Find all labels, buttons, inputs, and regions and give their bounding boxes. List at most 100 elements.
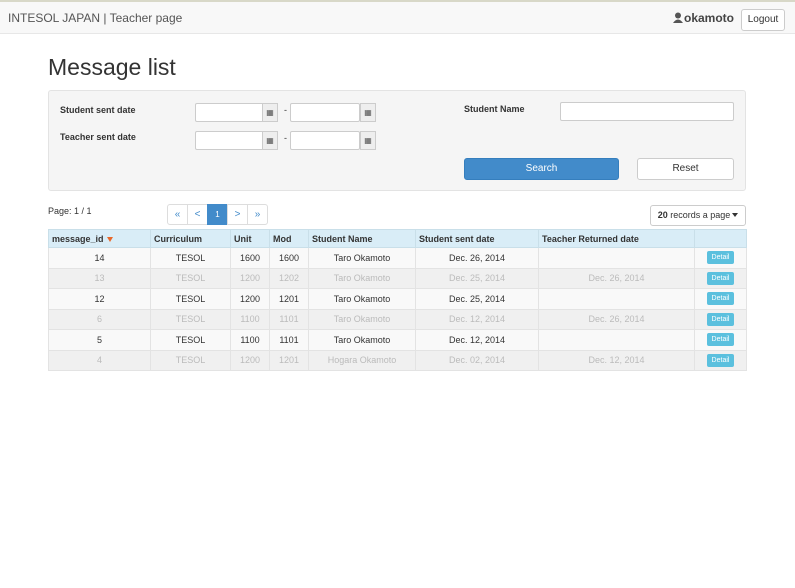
cell-id: 13 xyxy=(48,267,151,289)
range-separator: - xyxy=(284,133,287,143)
first-page-button[interactable]: « xyxy=(167,204,188,225)
detail-button[interactable]: Detail xyxy=(707,312,734,326)
sort-desc-icon xyxy=(106,236,113,242)
detail-button[interactable]: Detail xyxy=(707,251,734,265)
cell-student: Taro Okamoto xyxy=(308,308,416,330)
teacher-sent-date-label: Teacher sent date xyxy=(60,132,136,142)
cell-unit: 1100 xyxy=(230,329,270,351)
column-header[interactable]: Curriculum xyxy=(150,229,231,248)
column-header-label: message_id xyxy=(52,233,104,244)
column-header-label: Mod xyxy=(273,233,292,244)
navbar: INTESOL JAPAN | Teacher page okamoto Log… xyxy=(0,0,795,34)
user-menu[interactable]: okamoto xyxy=(673,11,734,25)
range-separator: - xyxy=(284,105,287,115)
column-header[interactable]: Teacher Returned date xyxy=(538,229,695,248)
teacher-sent-to-input[interactable] xyxy=(290,131,360,150)
column-header[interactable]: Unit xyxy=(230,229,270,248)
detail-button[interactable]: Detail xyxy=(707,292,734,306)
cell-student: Taro Okamoto xyxy=(308,267,416,289)
calendar-icon[interactable]: ▦ xyxy=(360,103,376,122)
message-table: message_id Curriculum Unit Mod Student Name S… xyxy=(48,229,747,371)
cell-curriculum: TESOL xyxy=(150,308,231,330)
cell-action: Detail xyxy=(694,329,747,351)
logout-button[interactable]: Logout xyxy=(741,9,785,31)
cell-id: 5 xyxy=(48,329,151,351)
cell-sent: Dec. 02, 2014 xyxy=(415,349,539,371)
cell-unit: 1200 xyxy=(230,349,270,371)
student-sent-from-input[interactable] xyxy=(195,103,265,122)
reset-button[interactable]: Reset xyxy=(637,158,734,180)
cell-mod: 1201 xyxy=(269,349,309,371)
username: okamoto xyxy=(684,11,735,25)
cell-action: Detail xyxy=(694,247,747,269)
column-header[interactable]: message_id xyxy=(48,229,151,248)
cell-sent: Dec. 12, 2014 xyxy=(415,329,539,351)
column-header-label: Unit xyxy=(234,233,252,244)
cell-returned: Dec. 26, 2014 xyxy=(538,267,695,289)
cell-sent: Dec. 25, 2014 xyxy=(415,267,539,289)
cell-mod: 1101 xyxy=(269,329,309,351)
student-sent-to-input[interactable] xyxy=(290,103,360,122)
column-header-label: Teacher Returned date xyxy=(542,233,639,244)
detail-button[interactable]: Detail xyxy=(707,353,734,367)
prev-page-button[interactable]: < xyxy=(187,204,208,225)
cell-student: Taro Okamoto xyxy=(308,288,416,310)
cell-mod: 1201 xyxy=(269,288,309,310)
search-button[interactable]: Search xyxy=(464,158,619,180)
user-icon xyxy=(673,12,683,23)
records-suffix: records a page xyxy=(670,210,731,220)
cell-id: 4 xyxy=(48,349,151,371)
calendar-icon[interactable]: ▦ xyxy=(262,103,278,122)
cell-sent: Dec. 25, 2014 xyxy=(415,288,539,310)
student-name-input[interactable] xyxy=(560,102,734,121)
column-header[interactable] xyxy=(694,229,747,248)
calendar-icon[interactable]: ▦ xyxy=(360,131,376,150)
table-row: 12 TESOL 1200 1201 Taro Okamoto Dec. 25, 2014… xyxy=(48,288,747,310)
caret-down-icon xyxy=(732,213,739,217)
cell-returned: Dec. 26, 2014 xyxy=(538,308,695,330)
cell-curriculum: TESOL xyxy=(150,349,231,371)
detail-button[interactable]: Detail xyxy=(707,333,734,347)
calendar-icon[interactable]: ▦ xyxy=(262,131,278,150)
page-1-button[interactable]: 1 xyxy=(207,204,228,225)
column-header[interactable]: Student Name xyxy=(308,229,416,248)
column-header[interactable]: Student sent date xyxy=(415,229,539,248)
cell-returned xyxy=(538,247,695,269)
cell-curriculum: TESOL xyxy=(150,247,231,269)
records-count: 20 xyxy=(657,210,668,220)
cell-curriculum: TESOL xyxy=(150,267,231,289)
page-title: Message list xyxy=(48,54,176,80)
detail-button[interactable]: Detail xyxy=(707,271,734,285)
column-header-label: Student Name xyxy=(312,233,373,244)
cell-returned: Dec. 12, 2014 xyxy=(538,349,695,371)
brand-title[interactable]: INTESOL JAPAN | Teacher page xyxy=(8,11,182,25)
pagination: « < 1 > » xyxy=(167,204,268,225)
column-header-label: Curriculum xyxy=(154,233,203,244)
cell-student: Taro Okamoto xyxy=(308,329,416,351)
cell-unit: 1200 xyxy=(230,267,270,289)
student-name-label: Student Name xyxy=(464,104,525,114)
cell-unit: 1200 xyxy=(230,288,270,310)
records-per-page-dropdown[interactable]: 20 records a page xyxy=(650,205,746,226)
column-header[interactable]: Mod xyxy=(269,229,309,248)
cell-mod: 1202 xyxy=(269,267,309,289)
student-sent-date-label: Student sent date xyxy=(60,105,136,115)
cell-returned xyxy=(538,329,695,351)
last-page-button[interactable]: » xyxy=(247,204,268,225)
next-page-button[interactable]: > xyxy=(227,204,248,225)
cell-mod: 1101 xyxy=(269,308,309,330)
cell-id: 12 xyxy=(48,288,151,310)
cell-id: 14 xyxy=(48,247,151,269)
table-row: 14 TESOL 1600 1600 Taro Okamoto Dec. 26, 2014… xyxy=(48,247,747,269)
cell-mod: 1600 xyxy=(269,247,309,269)
teacher-sent-from-input[interactable] xyxy=(195,131,265,150)
column-header-label: Student sent date xyxy=(419,233,495,244)
table-body: 14 TESOL 1600 1600 Taro Okamoto Dec. 26, 2014… xyxy=(48,247,747,371)
cell-student: Taro Okamoto xyxy=(308,247,416,269)
search-panel: Student sent date ▦ - ▦ Teacher sent dat… xyxy=(48,90,746,191)
cell-id: 6 xyxy=(48,308,151,330)
page-info: Page: 1 / 1 xyxy=(48,206,92,216)
table-row: 6 TESOL 1100 1101 Taro Okamoto Dec. 12, 2014 D… xyxy=(48,308,747,330)
cell-unit: 1100 xyxy=(230,308,270,330)
table-row: 5 TESOL 1100 1101 Taro Okamoto Dec. 12, 2014 D… xyxy=(48,329,747,351)
